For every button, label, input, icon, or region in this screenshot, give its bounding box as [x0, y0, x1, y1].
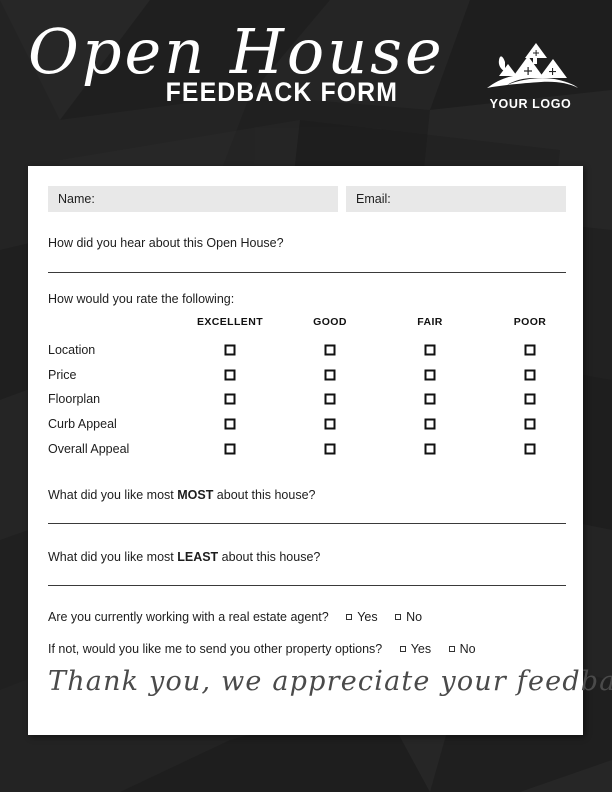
rating-header-row: EXCELLENT GOOD FAIR POOR — [48, 316, 566, 330]
checkbox-curb-appeal-excellent[interactable] — [224, 418, 236, 430]
checkbox-location-excellent[interactable] — [224, 344, 236, 356]
checkbox-curb-appeal-fair[interactable] — [424, 418, 436, 430]
table-row: Price — [48, 365, 566, 385]
rating-row-label: Curb Appeal — [48, 417, 117, 432]
options-no-label: No — [459, 642, 476, 656]
name-label: Name: — [58, 192, 95, 206]
page-subtitle: FEEDBACK FORM — [165, 77, 398, 108]
email-input[interactable]: Email: — [346, 186, 566, 212]
question-rate: How would you rate the following: — [48, 292, 235, 306]
question-like-least-emphasis: LEAST — [177, 550, 219, 564]
options-yes-label: Yes — [410, 642, 432, 656]
answer-line-like-least[interactable] — [48, 585, 566, 586]
question-like-most-pre: What did you like most — [48, 488, 178, 502]
checkbox-overall-appeal-fair[interactable] — [424, 443, 436, 455]
checkbox-overall-appeal-poor[interactable] — [524, 443, 536, 455]
identity-row: Name: Email: — [48, 186, 566, 212]
question-like-most-emphasis: MOST — [177, 488, 214, 502]
checkbox-options-yes[interactable] — [399, 645, 406, 652]
form-card: Name: Email: How did you hear about this… — [28, 166, 612, 735]
thank-you-message: Thank you, we appreciate your feedback! — [48, 666, 612, 697]
page-title-script: Open House — [28, 15, 445, 88]
name-input[interactable]: Name: — [48, 186, 338, 212]
email-label: Email: — [356, 192, 391, 206]
rating-row-label: Overall Appeal — [48, 441, 130, 456]
question-like-most: What did you like most MOST about this h… — [48, 488, 316, 502]
rating-column-poor: POOR — [513, 316, 547, 328]
agent-yes-label: Yes — [357, 610, 378, 624]
checkbox-price-excellent[interactable] — [224, 369, 236, 381]
logo-block: YOUR LOGO — [478, 38, 583, 111]
page-header: Open House FEEDBACK FORM YOUR LOGO — [0, 0, 612, 165]
title-block: Open House FEEDBACK FORM — [22, 15, 445, 108]
checkbox-curb-appeal-poor[interactable] — [524, 418, 536, 430]
checkbox-overall-appeal-good[interactable] — [324, 443, 336, 455]
checkbox-curb-appeal-good[interactable] — [324, 418, 336, 430]
checkbox-price-poor[interactable] — [524, 369, 536, 381]
question-how-heard: How did you hear about this Open House? — [48, 236, 284, 250]
checkbox-location-fair[interactable] — [424, 344, 436, 356]
checkbox-floorplan-poor[interactable] — [524, 393, 536, 405]
question-like-least-pre: What did you like most — [48, 550, 178, 564]
rating-column-excellent: EXCELLENT — [196, 316, 264, 328]
rating-column-good: GOOD — [313, 316, 347, 328]
question-like-most-post: about this house? — [213, 488, 316, 502]
checkbox-floorplan-fair[interactable] — [424, 393, 436, 405]
table-row: Location — [48, 340, 566, 360]
checkbox-agent-yes[interactable] — [346, 613, 353, 620]
rating-row-label: Location — [48, 343, 96, 357]
checkbox-floorplan-excellent[interactable] — [224, 393, 236, 405]
checkbox-price-good[interactable] — [324, 369, 336, 381]
table-row: Floorplan — [48, 389, 566, 409]
question-working-with-agent: Are you currently working with a real es… — [48, 610, 422, 624]
question-property-options-text: If not, would you like me to send you ot… — [48, 642, 383, 656]
question-working-with-agent-text: Are you currently working with a real es… — [48, 610, 329, 624]
form-inner: Name: Email: How did you hear about this… — [48, 166, 612, 735]
checkbox-price-fair[interactable] — [424, 369, 436, 381]
table-row: Curb Appeal — [48, 414, 566, 434]
rating-row-label: Floorplan — [48, 392, 101, 407]
rating-row-label: Price — [48, 367, 77, 382]
checkbox-location-poor[interactable] — [524, 344, 536, 356]
options-no-option[interactable]: No — [448, 642, 476, 656]
question-like-least: What did you like most LEAST about this … — [48, 550, 320, 564]
table-row: Overall Appeal — [48, 439, 566, 459]
house-roofs-logo-icon — [486, 43, 578, 88]
checkbox-location-good[interactable] — [324, 344, 336, 356]
agent-no-label: No — [406, 610, 423, 624]
checkbox-options-no[interactable] — [448, 645, 455, 652]
question-property-options: If not, would you like me to send you ot… — [48, 642, 476, 656]
agent-yes-option[interactable]: Yes — [346, 610, 378, 624]
options-yes-option[interactable]: Yes — [399, 642, 432, 656]
answer-line-like-most[interactable] — [48, 523, 566, 524]
checkbox-agent-no[interactable] — [395, 613, 402, 620]
answer-line-how-heard[interactable] — [48, 272, 566, 273]
question-like-least-post: about this house? — [218, 550, 321, 564]
rating-column-fair: FAIR — [417, 316, 443, 328]
logo-text: YOUR LOGO — [489, 97, 572, 111]
checkbox-floorplan-good[interactable] — [324, 393, 336, 405]
agent-no-option[interactable]: No — [395, 610, 422, 624]
checkbox-overall-appeal-excellent[interactable] — [224, 443, 236, 455]
